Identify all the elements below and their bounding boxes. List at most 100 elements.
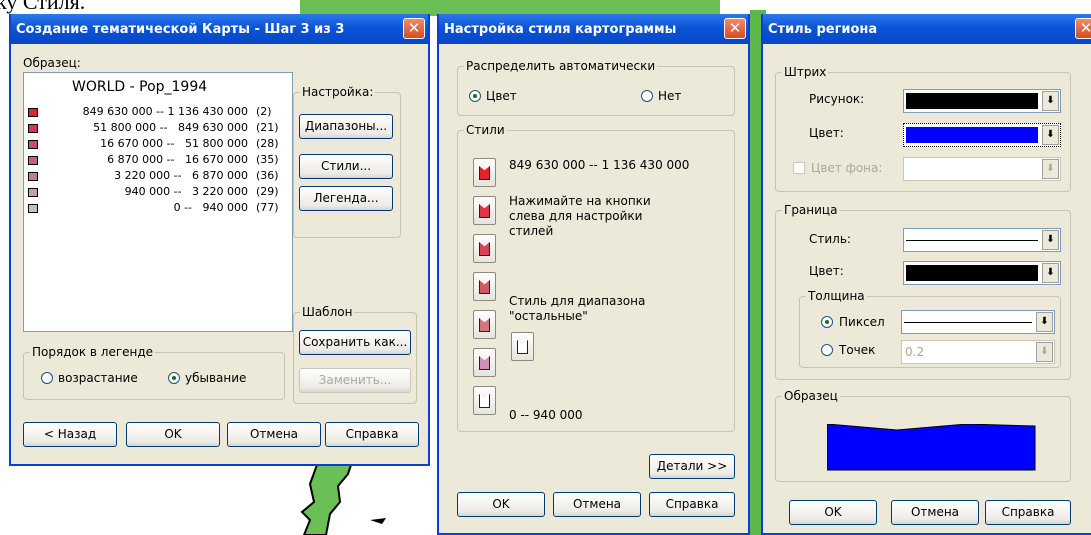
legend-count: (2) xyxy=(256,105,272,118)
legend-range: 849 630 000 -- 1 136 430 000 xyxy=(82,105,248,118)
settings-label: Настройка: xyxy=(300,85,376,99)
stroke-label: Штрих xyxy=(782,65,829,79)
help-button[interactable]: Справка xyxy=(325,422,419,447)
range-style-button[interactable] xyxy=(473,158,496,187)
legend-order-label: Порядок в легенде xyxy=(30,345,156,359)
region-sample-preview xyxy=(827,424,1036,471)
bg-color-checkbox[interactable] xyxy=(793,162,805,174)
border-color-dropdown[interactable]: ⬇ xyxy=(903,261,1061,285)
save-as-button[interactable]: Сохранить как... xyxy=(299,330,411,355)
cancel-button[interactable]: Отмена xyxy=(227,422,321,447)
range-style-button[interactable] xyxy=(473,348,496,377)
auto-distribute-label: Распределить автоматически xyxy=(464,59,658,73)
thickness-label: Толщина xyxy=(806,289,867,303)
close-button[interactable]: ✕ xyxy=(1075,18,1091,39)
back-button[interactable]: < Назад xyxy=(23,422,117,447)
close-button[interactable]: ✕ xyxy=(403,18,425,39)
hint-text: Нажимайте на кнопки слева для настройки … xyxy=(509,194,651,238)
legend-swatch xyxy=(28,140,38,149)
border-color-label: Цвет: xyxy=(809,264,844,278)
ok-button[interactable]: OK xyxy=(789,500,877,525)
points-radio[interactable] xyxy=(821,344,833,356)
ok-button[interactable]: OK xyxy=(457,492,545,517)
last-range-label: 0 -- 940 000 xyxy=(509,408,583,422)
template-label: Шаблон xyxy=(300,305,355,319)
range-style-button[interactable] xyxy=(473,386,496,415)
pixel-width-dropdown[interactable]: ⬇ xyxy=(901,310,1055,334)
title-bar: Стиль региона xyxy=(763,14,1091,44)
legend-range: 51 800 000 -- 849 630 000 xyxy=(93,121,248,134)
legend-count: (77) xyxy=(256,201,279,214)
legend-swatch xyxy=(28,188,38,197)
legend-swatch xyxy=(28,204,38,213)
ascending-label: возрастание xyxy=(58,371,138,385)
legend-count: (28) xyxy=(256,137,279,150)
others-style-label: Стиль для диапазона "остальные" xyxy=(509,294,646,323)
descending-label: убывание xyxy=(185,371,247,385)
legend-count: (29) xyxy=(256,185,279,198)
pixel-label: Пиксел xyxy=(839,315,885,329)
points-label: Точек xyxy=(839,343,876,357)
border-style-dropdown[interactable]: ⬇ xyxy=(903,228,1061,252)
thematic-map-wizard-window: Создание тематической Карты - Шаг 3 из 3… xyxy=(9,14,430,466)
details-button[interactable]: Детали >> xyxy=(649,454,735,479)
legend-range: 6 870 000 -- 16 670 000 xyxy=(107,153,248,166)
legend-swatch xyxy=(28,172,38,181)
window-title: Стиль региона xyxy=(768,22,878,37)
color-radio-label: Цвет xyxy=(486,89,517,103)
document-caption: ку Стиля. xyxy=(0,0,86,14)
legend-swatch xyxy=(28,156,38,165)
cancel-button[interactable]: Отмена xyxy=(891,500,979,525)
cancel-button[interactable]: Отмена xyxy=(553,492,641,517)
none-radio[interactable] xyxy=(641,90,653,102)
help-button[interactable]: Справка xyxy=(985,500,1071,525)
stroke-color-dropdown[interactable]: ⬇ xyxy=(903,123,1061,147)
bg-color-label: Цвет фона: xyxy=(811,161,883,175)
legend-range: 3 220 000 -- 6 870 000 xyxy=(114,169,248,182)
points-dropdown[interactable]: 0.2 ⬇ xyxy=(901,340,1055,364)
title-bar: Настройка стиля картограммы xyxy=(439,14,748,44)
legend-count: (36) xyxy=(256,169,279,182)
points-value: 0.2 xyxy=(905,345,925,359)
map-sea-top xyxy=(236,0,296,14)
window-title: Создание тематической Карты - Шаг 3 из 3 xyxy=(16,22,345,37)
help-button[interactable]: Справка xyxy=(649,492,735,517)
title-bar: Создание тематической Карты - Шаг 3 из 3 xyxy=(11,14,428,44)
styles-group: Стили xyxy=(457,123,735,432)
ascending-radio[interactable] xyxy=(41,372,53,384)
border-label: Граница xyxy=(782,203,840,217)
range-style-button[interactable] xyxy=(473,272,496,301)
styles-group-label: Стили xyxy=(464,123,507,137)
legend-title: WORLD - Pop_1994 xyxy=(72,79,208,95)
range-style-button[interactable] xyxy=(473,234,496,263)
styles-button[interactable]: Стили... xyxy=(299,154,393,179)
others-style-button[interactable] xyxy=(511,332,534,361)
legend-button[interactable]: Легенда... xyxy=(299,186,393,211)
color-radio[interactable] xyxy=(469,90,481,102)
pixel-radio[interactable] xyxy=(821,316,833,328)
first-range-label: 849 630 000 -- 1 136 430 000 xyxy=(509,158,690,172)
legend-preview: WORLD - Pop_1994 849 630 000 -- 1 136 43… xyxy=(23,72,293,332)
legend-range: 16 670 000 -- 51 800 000 xyxy=(100,137,248,150)
legend-count: (21) xyxy=(256,121,279,134)
descending-radio[interactable] xyxy=(168,372,180,384)
pattern-label: Рисунок: xyxy=(809,92,865,106)
sample-label: Образец xyxy=(782,389,840,403)
sample-label: Образец: xyxy=(23,56,81,70)
legend-swatch xyxy=(28,108,38,117)
ranges-button[interactable]: Диапазоны... xyxy=(299,114,393,139)
stroke-color-label: Цвет: xyxy=(809,126,844,140)
range-style-button[interactable] xyxy=(473,196,496,225)
pattern-dropdown[interactable]: ⬇ xyxy=(903,89,1061,113)
close-button[interactable]: ✕ xyxy=(724,18,746,39)
choropleth-style-window: Настройка стиля картограммы ✕ Распредели… xyxy=(437,14,750,535)
window-title: Настройка стиля картограммы xyxy=(444,22,677,37)
replace-button[interactable]: Заменить... xyxy=(299,368,411,393)
ok-button[interactable]: OK xyxy=(126,422,220,447)
map-south-america-tip xyxy=(300,462,386,535)
region-style-window: Стиль региона ✕ Штрих Рисунок: ⬇ Цвет: ⬇… xyxy=(761,14,1091,535)
bg-color-dropdown[interactable]: ⬇ xyxy=(903,157,1061,181)
border-style-label: Стиль: xyxy=(809,232,851,246)
legend-swatch xyxy=(28,124,38,133)
range-style-button[interactable] xyxy=(473,310,496,339)
